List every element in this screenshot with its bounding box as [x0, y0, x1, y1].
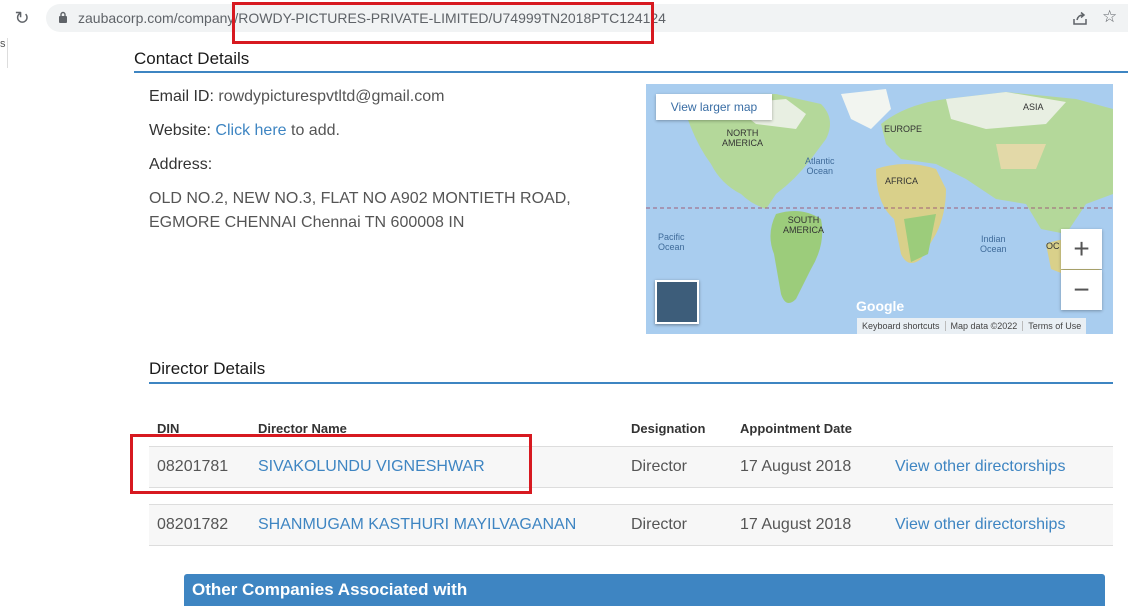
- website-label: Website:: [149, 122, 211, 139]
- map-data-text: Map data ©2022: [945, 321, 1024, 331]
- map-label-asia: ASIA: [1023, 102, 1044, 112]
- view-other-directorships-link[interactable]: View other directorships: [895, 458, 1065, 476]
- lock-icon: [59, 11, 67, 23]
- map-label-indian-2: Ocean: [980, 244, 1007, 254]
- map-label-pacific-1: Pacific: [658, 232, 685, 242]
- terms-of-use-link[interactable]: Terms of Use: [1023, 321, 1086, 331]
- side-panel-edge: s: [0, 38, 8, 68]
- map-label-atlantic: Atlantic Ocean: [805, 156, 835, 176]
- map-label-atlantic-2: Ocean: [806, 166, 834, 176]
- zoom-in-button[interactable]: +: [1061, 229, 1102, 269]
- director-designation: Director: [631, 458, 688, 475]
- map-label-atlantic-1: Atlantic: [805, 156, 835, 166]
- address-line-2: EGMORE CHENNAI Chennai TN 600008 IN: [149, 214, 465, 231]
- reload-icon[interactable]: ↻: [10, 6, 34, 30]
- map-label-south: SOUTH: [787, 215, 820, 225]
- director-appointment-date: 17 August 2018: [740, 516, 852, 533]
- contact-details-title: Contact Details: [134, 49, 250, 68]
- website-suffix: to add.: [291, 122, 340, 139]
- google-logo: Google: [856, 298, 905, 314]
- address-label: Address:: [149, 156, 213, 173]
- director-name-link[interactable]: SHANMUGAM KASTHURI MAYILVAGANAN: [258, 516, 576, 534]
- header-designation: Designation: [631, 421, 706, 436]
- address-line-1: OLD NO.2, NEW NO.3, FLAT NO A902 MONTIET…: [149, 190, 571, 207]
- email-value: rowdypicturespvtltd@gmail.com: [218, 88, 445, 105]
- map-label-oc: OC: [1046, 241, 1060, 251]
- website-row: Website: Click here to add.: [149, 122, 340, 140]
- director-highlight-box: [130, 434, 532, 494]
- director-divider: [149, 382, 1113, 384]
- satellite-toggle-thumbnail[interactable]: [655, 280, 699, 324]
- map-attribution: Keyboard shortcuts Map data ©2022 Terms of…: [857, 318, 1087, 334]
- zoom-out-button[interactable]: −: [1061, 270, 1102, 310]
- url-host: zaubacorp.com/compan: [78, 10, 228, 26]
- view-larger-map-button[interactable]: View larger map: [656, 94, 772, 120]
- address-row: Address:: [149, 156, 212, 174]
- share-icon[interactable]: [1072, 10, 1088, 26]
- world-map-graphic: [646, 89, 1113, 303]
- director-details-title: Director Details: [149, 359, 266, 378]
- side-mark-text: s: [0, 38, 6, 50]
- header-appointment-date: Appointment Date: [740, 421, 852, 436]
- map-label-indian-1: Indian: [981, 234, 1006, 244]
- director-designation: Director: [631, 516, 688, 533]
- website-add-link[interactable]: Click here: [215, 122, 286, 139]
- url-highlight-box: [232, 2, 654, 44]
- keyboard-shortcuts-link[interactable]: Keyboard shortcuts: [857, 321, 946, 331]
- email-label: Email ID:: [149, 88, 214, 105]
- map-label-america-n: AMERICA: [722, 138, 764, 148]
- map-label-north: NORTH: [726, 128, 759, 138]
- map-label-pacific-2: Ocean: [658, 242, 685, 252]
- map-label-america-s: AMERICA: [783, 225, 825, 235]
- director-appointment-date: 17 August 2018: [740, 458, 852, 475]
- map-label-pacific: Pacific Ocean: [658, 232, 685, 252]
- location-map[interactable]: View larger map NORTH AMERICA Atlantic Oce…: [646, 84, 1113, 334]
- view-other-directorships-link[interactable]: View other directorships: [895, 516, 1065, 534]
- table-row: 08201782 SHANMUGAM KASTHURI MAYILVAGANAN…: [149, 504, 1113, 546]
- map-label-africa: AFRICA: [885, 176, 919, 186]
- email-row: Email ID: rowdypicturespvtltd@gmail.com: [149, 88, 444, 106]
- map-label-south-america: SOUTH AMERICA: [783, 215, 824, 235]
- contact-divider: [134, 71, 1128, 73]
- map-label-europe: EUROPE: [884, 124, 923, 134]
- other-companies-header: Other Companies Associated with: [184, 574, 1105, 606]
- map-label-indian: Indian Ocean: [980, 234, 1007, 254]
- bookmark-star-icon[interactable]: ☆: [1102, 7, 1117, 27]
- director-din: 08201782: [157, 516, 229, 533]
- map-label-north-america: NORTH AMERICA: [722, 128, 763, 148]
